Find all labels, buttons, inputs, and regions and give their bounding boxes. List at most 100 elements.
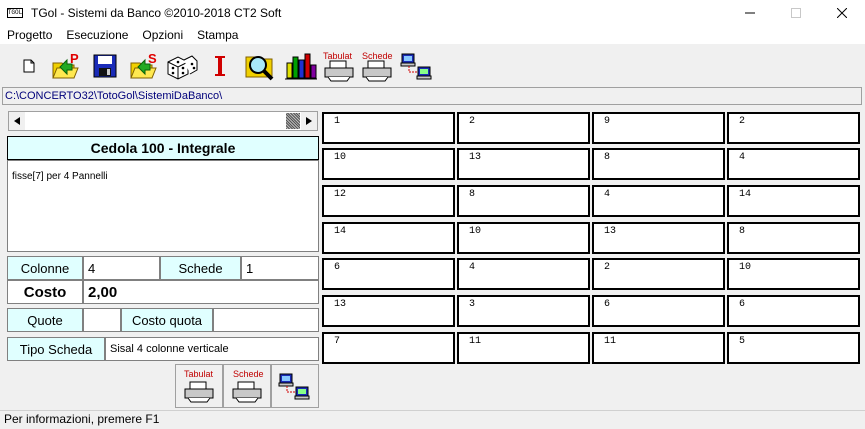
toolbar: P S Tabulat Schede: [0, 46, 865, 86]
close-icon: [837, 7, 847, 18]
costo-value: 2,00: [83, 280, 319, 304]
grid-cell[interactable]: 1: [322, 112, 455, 144]
cedola-description[interactable]: fisse[7] per 4 Pannelli: [7, 160, 319, 252]
costo-quota-value: [213, 308, 319, 332]
dice-button[interactable]: [166, 50, 198, 82]
scroll-left-button[interactable]: [9, 112, 25, 130]
print-tabulat-button[interactable]: Tabulat: [322, 50, 356, 82]
menu-progetto[interactable]: Progetto: [0, 25, 59, 45]
title-bar: TGOL TGol - Sistemi da Banco ©2010-2018 …: [0, 0, 865, 25]
grid-cell[interactable]: 10: [457, 222, 590, 254]
grid-cell[interactable]: 8: [727, 222, 860, 254]
computer-transfer-icon: [278, 373, 310, 400]
row-quote: Quote Costo quota: [7, 308, 319, 332]
new-button[interactable]: [18, 50, 40, 82]
open-project-button[interactable]: P: [50, 50, 82, 82]
colonne-label: Colonne: [7, 256, 83, 280]
tabulat-label: Tabulat: [323, 51, 353, 61]
status-bar: Per informazioni, premere F1: [0, 410, 865, 429]
grid-cell[interactable]: 9: [592, 112, 725, 144]
grid-cell[interactable]: 2: [592, 258, 725, 290]
grid-cell[interactable]: 10: [322, 148, 455, 180]
printer-icon: [362, 60, 392, 82]
minimize-icon: [745, 12, 755, 13]
grid-cell[interactable]: 4: [457, 258, 590, 290]
grid-cell[interactable]: 8: [592, 148, 725, 180]
info-i-icon: [215, 56, 225, 76]
grid-cell[interactable]: 14: [727, 185, 860, 217]
grid-cell[interactable]: 4: [592, 185, 725, 217]
grid-cell[interactable]: 13: [322, 295, 455, 327]
open-schedule-button[interactable]: S: [128, 50, 160, 82]
close-button[interactable]: [819, 0, 865, 25]
printer-icon: [184, 381, 214, 403]
row-costo: Costo 2,00: [7, 280, 319, 304]
quote-label: Quote: [7, 308, 83, 332]
print-schede-button[interactable]: Schede: [360, 50, 394, 82]
grid-cell[interactable]: 7: [322, 332, 455, 364]
svg-text:S: S: [148, 51, 157, 66]
grid-cell[interactable]: 2: [457, 112, 590, 144]
scroll-thumb[interactable]: [286, 113, 300, 129]
app-icon[interactable]: TGOL: [7, 7, 23, 18]
grid-cell[interactable]: 10: [727, 258, 860, 290]
grid-cell[interactable]: 6: [727, 295, 860, 327]
maximize-icon: [791, 7, 801, 18]
menu-stampa[interactable]: Stampa: [190, 25, 245, 45]
new-document-icon: [23, 59, 35, 73]
bar-chart-icon: [285, 53, 317, 80]
print-tabulat-small-button[interactable]: Tabulat: [175, 364, 223, 408]
grid-cell[interactable]: 13: [592, 222, 725, 254]
schede-label: Schede: [362, 51, 393, 61]
tipo-scheda-label: Tipo Scheda: [7, 337, 105, 361]
printer-icon: [232, 381, 262, 403]
costo-label: Costo: [7, 280, 83, 304]
open-folder-p-icon: P: [52, 51, 79, 79]
grid-cell[interactable]: 3: [457, 295, 590, 327]
minimize-button[interactable]: [727, 0, 773, 25]
tabulat-label: Tabulat: [184, 369, 214, 379]
maximize-button[interactable]: [773, 0, 819, 25]
menu-bar: Progetto Esecuzione Opzioni Stampa: [0, 25, 865, 45]
costo-quota-label: Costo quota: [121, 308, 213, 332]
horizontal-scrollbar[interactable]: [8, 111, 318, 131]
dice-icon: [167, 55, 198, 80]
transfer-button[interactable]: [400, 50, 434, 82]
arrow-right-icon: [306, 117, 312, 125]
grid-cell[interactable]: 6: [322, 258, 455, 290]
transfer-small-button[interactable]: [271, 364, 319, 408]
number-grid: 1 2 9 2 10 13 8 4 12 8 4 14 14 10 13 8 6 4 2 10 13 3 6 6 7 11 11 5: [320, 110, 865, 410]
grid-cell[interactable]: 6: [592, 295, 725, 327]
printer-icon: [324, 60, 354, 82]
search-button[interactable]: [244, 50, 276, 82]
cedola-title: Cedola 100 - Integrale: [7, 136, 319, 160]
statistics-button[interactable]: [284, 50, 318, 82]
app-icon-text: TGOL: [7, 8, 23, 16]
grid-cell[interactable]: 14: [322, 222, 455, 254]
menu-opzioni[interactable]: Opzioni: [135, 25, 190, 45]
arrow-left-icon: [14, 117, 20, 125]
grid-cell[interactable]: 8: [457, 185, 590, 217]
schede-value: 1: [241, 256, 319, 280]
computer-transfer-icon: [400, 53, 432, 80]
grid-cell[interactable]: 2: [727, 112, 860, 144]
grid-cell[interactable]: 4: [727, 148, 860, 180]
print-button-group: Tabulat Schede: [175, 364, 319, 408]
tipo-scheda-value[interactable]: Sisal 4 colonne verticale: [105, 337, 319, 361]
grid-cell[interactable]: 11: [457, 332, 590, 364]
save-button[interactable]: [92, 50, 118, 82]
info-button[interactable]: [210, 50, 230, 82]
svg-text:P: P: [70, 51, 79, 66]
window-controls: [727, 0, 865, 25]
grid-cell[interactable]: 5: [727, 332, 860, 364]
row-tipo-scheda: Tipo Scheda Sisal 4 colonne verticale: [7, 337, 319, 361]
grid-cell[interactable]: 11: [592, 332, 725, 364]
print-schede-small-button[interactable]: Schede: [223, 364, 271, 408]
schede-label: Schede: [160, 256, 241, 280]
grid-cell[interactable]: 13: [457, 148, 590, 180]
menu-esecuzione[interactable]: Esecuzione: [59, 25, 135, 45]
scroll-right-button[interactable]: [301, 112, 317, 130]
grid-cell[interactable]: 12: [322, 185, 455, 217]
row-colonne-schede: Colonne 4 Schede 1: [7, 256, 319, 280]
quote-value: [83, 308, 121, 332]
